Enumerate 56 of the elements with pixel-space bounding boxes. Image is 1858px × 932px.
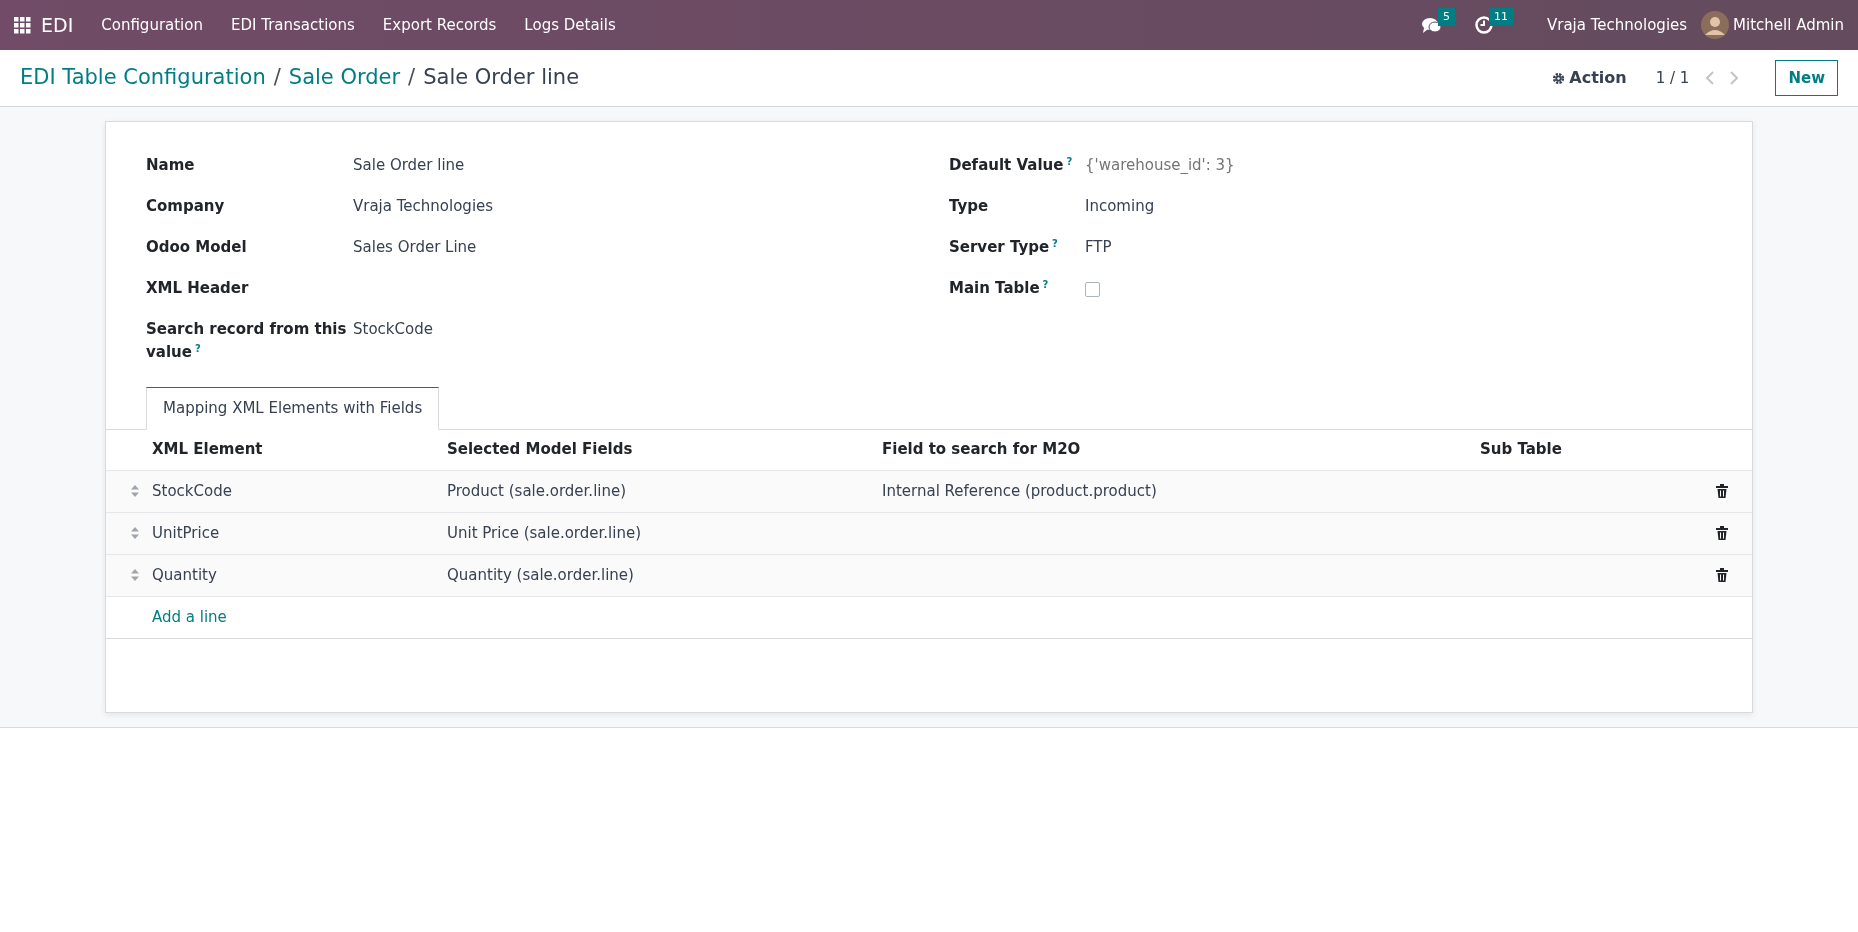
new-button[interactable]: New xyxy=(1775,59,1838,97)
avatar-icon[interactable] xyxy=(1701,11,1730,39)
checkbox[interactable] xyxy=(1085,282,1100,297)
field-value: Sale Order line xyxy=(353,156,465,174)
column-header: XML Element xyxy=(152,440,263,459)
table-cell: Internal Reference (product.product) xyxy=(882,481,1157,500)
clock-icon[interactable] xyxy=(1475,16,1493,34)
column-header: Selected Model Fields xyxy=(447,440,633,459)
message-count: 5 xyxy=(1438,7,1455,27)
field-label: XML Header xyxy=(146,278,250,299)
add-line-link[interactable]: Add a line xyxy=(152,605,227,629)
field-label: Search record from this value$^{?}$ xyxy=(146,319,348,363)
tab[interactable]: Mapping XML Elements with Fields xyxy=(146,387,440,430)
field-value: Incoming xyxy=(1085,197,1155,215)
action-button[interactable]: Action xyxy=(1547,61,1632,95)
drag-handle-icon[interactable] xyxy=(130,568,140,582)
user-menu[interactable]: Mitchell Admin xyxy=(1729,13,1844,37)
field-label: Name xyxy=(146,155,196,176)
company-switcher[interactable]: Vraja Technologies xyxy=(1533,13,1702,37)
gear-icon xyxy=(1552,71,1566,85)
field-value: FTP xyxy=(1085,238,1112,256)
breadcrumb-separator: / xyxy=(407,64,417,92)
table-cell-text: StockCode xyxy=(152,480,232,502)
field-label: Company xyxy=(146,196,226,217)
field-label: Type xyxy=(949,196,990,217)
field-label: Default Value$^{?}$ xyxy=(949,155,1074,176)
field-label: Main Table$^{?}$ xyxy=(949,278,1050,299)
column-header: Sub Table xyxy=(1480,440,1562,459)
trash-icon[interactable] xyxy=(1716,526,1728,541)
column-header: Field to search for M2O xyxy=(882,440,1081,459)
table-cell: Quantity (sale.order.line) xyxy=(447,565,634,584)
menu-item[interactable]: Configuration xyxy=(87,13,217,37)
table-cell-text: UnitPrice xyxy=(152,522,220,544)
menu-item[interactable]: Export Records xyxy=(368,13,511,37)
breadcrumb-separator: / xyxy=(272,64,282,92)
table-cell: Unit Price (sale.order.line) xyxy=(447,523,641,542)
menu-item[interactable]: EDI Transactions xyxy=(217,13,369,37)
trash-icon[interactable] xyxy=(1716,484,1728,499)
trash-icon[interactable] xyxy=(1716,568,1728,583)
field-value: Vraja Technologies xyxy=(353,197,494,215)
activity-count: 11 xyxy=(1489,7,1513,27)
field-value: Sales Order Line xyxy=(353,238,477,256)
app-name[interactable]: EDI xyxy=(31,10,88,40)
table-cell: Product (sale.order.line) xyxy=(447,481,627,500)
breadcrumb-link[interactable]: EDI Table Configuration xyxy=(20,62,266,94)
pager-value: 1 / 1 xyxy=(1655,67,1690,89)
field-label: Server Type$^{?}$ xyxy=(949,237,1059,258)
field-label: Odoo Model xyxy=(146,237,248,258)
apps-menu-icon[interactable] xyxy=(14,16,31,34)
menu-item[interactable]: Logs Details xyxy=(510,13,630,37)
drag-handle-icon[interactable] xyxy=(130,526,140,540)
field-value: StockCode xyxy=(353,320,433,338)
breadcrumb-current: Sale Order line xyxy=(423,64,580,92)
table-cell-text: Quantity xyxy=(152,564,217,586)
drag-handle-icon[interactable] xyxy=(130,484,140,498)
breadcrumb-link[interactable]: Sale Order xyxy=(288,62,401,94)
